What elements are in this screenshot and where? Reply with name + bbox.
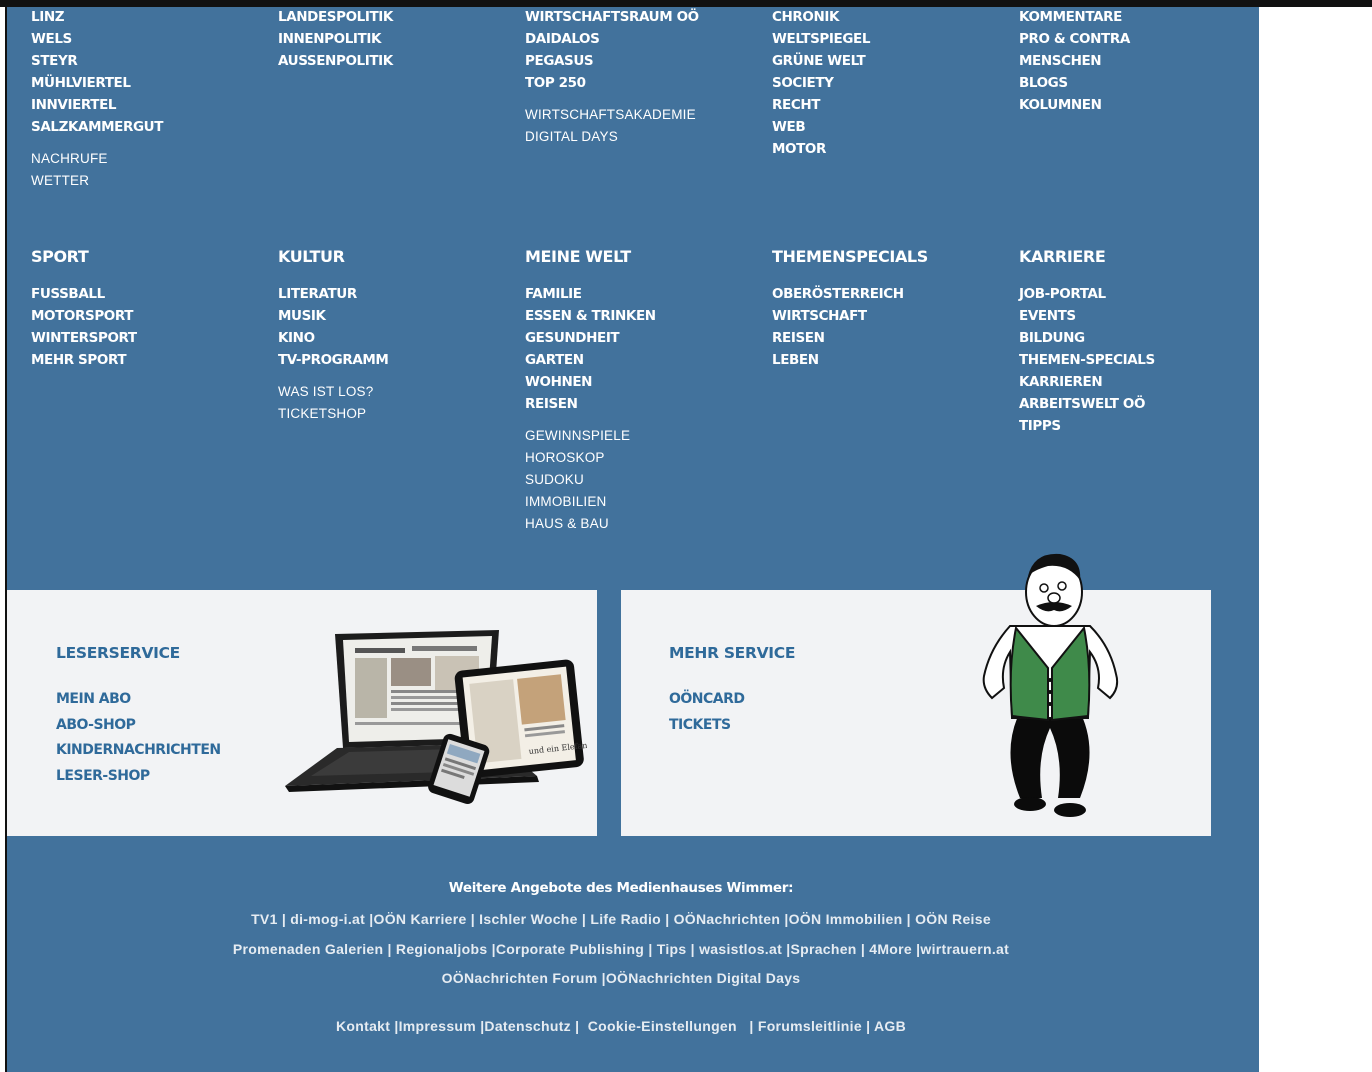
nav-link-innenpolitik[interactable]: INNENPOLITIK xyxy=(278,28,518,50)
secondary-links: WAS IST LOS? TICKETSHOP xyxy=(278,381,518,425)
secondary-links: NACHRUFE WETTER xyxy=(31,148,271,192)
secondary-links: GEWINNSPIELE HOROSKOP SUDOKU IMMOBILIEN HAUS… xyxy=(525,425,765,535)
nav-link-familie[interactable]: FAMILIE xyxy=(525,283,765,305)
secondary-links: WIRTSCHAFTSAKADEMIE DIGITAL DAYS xyxy=(525,104,765,148)
nav-link-gewinnspiele[interactable]: GEWINNSPIELE xyxy=(525,425,765,447)
nav-link-haus-bau[interactable]: HAUS & BAU xyxy=(525,513,765,535)
section-heading[interactable]: MEINE WELT xyxy=(525,247,765,267)
nav-link-essen-trinken[interactable]: ESSEN & TRINKEN xyxy=(525,305,765,327)
section-column-karriere: KARRIERE JOB-PORTAL EVENTS BILDUNG THEMEN-SP… xyxy=(1019,247,1259,437)
section-column-meine-welt: MEINE WELT FAMILIE ESSEN & TRINKEN GESUNDHE… xyxy=(525,247,765,535)
leserservice-box: LESERSERVICE MEIN ABO ABO-SHOP KINDERNACHR… xyxy=(7,590,597,836)
footer-links-row-2[interactable]: Promenaden Galerien | Regionaljobs |Corp… xyxy=(7,941,1235,957)
section-heading[interactable]: THEMENSPECIALS xyxy=(772,247,1012,267)
nav-link-blogs[interactable]: BLOGS xyxy=(1019,72,1259,94)
nav-link-recht[interactable]: RECHT xyxy=(772,94,1012,116)
nav-link-daidalos[interactable]: DAIDALOS xyxy=(525,28,765,50)
nav-link-job-portal[interactable]: JOB-PORTAL xyxy=(1019,283,1259,305)
service-link-tickets[interactable]: TICKETS xyxy=(669,713,745,739)
nav-link-garten[interactable]: GARTEN xyxy=(525,349,765,371)
nav-link-landespolitik[interactable]: LANDESPOLITIK xyxy=(278,6,518,28)
nav-link-wirtschaftsraum-oö[interactable]: WIRTSCHAFTSRAUM OÖ xyxy=(525,6,765,28)
nav-link-tipps[interactable]: TIPPS xyxy=(1019,415,1259,437)
section-column-themenspecials: THEMENSPECIALS OBERÖSTERREICH WIRTSCHAFT RE… xyxy=(772,247,1012,371)
nav-link-kommentare[interactable]: KOMMENTARE xyxy=(1019,6,1259,28)
service-link-leser-shop[interactable]: LESER-SHOP xyxy=(56,764,221,790)
footer-legal-links[interactable]: Kontakt |Impressum |Datenschutz | Cookie… xyxy=(7,1018,1235,1034)
nav-link-pegasus[interactable]: PEGASUS xyxy=(525,50,765,72)
nav-link-motor[interactable]: MOTOR xyxy=(772,138,1012,160)
footer-heading: Weitere Angebote des Medienhauses Wimmer… xyxy=(448,880,794,896)
nav-link-linz[interactable]: LINZ xyxy=(31,6,271,28)
section-heading[interactable]: KARRIERE xyxy=(1019,247,1259,267)
section-heading[interactable]: SPORT xyxy=(31,247,271,267)
nav-link-top-250[interactable]: TOP 250 xyxy=(525,72,765,94)
nav-link-was-ist-los[interactable]: WAS IST LOS? xyxy=(278,381,518,403)
nav-column-politik: LANDESPOLITIK INNENPOLITIK AUSSENPOLITIK xyxy=(278,6,518,72)
nav-link-digital-days[interactable]: DIGITAL DAYS xyxy=(525,126,765,148)
nav-link-gesundheit[interactable]: GESUNDHEIT xyxy=(525,327,765,349)
nav-link-grüne-welt[interactable]: GRÜNE WELT xyxy=(772,50,1012,72)
nav-link-karrieren[interactable]: KARRIEREN xyxy=(1019,371,1259,393)
nav-link-ticketshop[interactable]: TICKETSHOP xyxy=(278,403,518,425)
nav-link-wetter[interactable]: WETTER xyxy=(31,170,271,192)
mehr-service-links: OÖNCARD TICKETS xyxy=(669,687,745,738)
nav-link-kino[interactable]: KINO xyxy=(278,327,518,349)
nav-link-wirtschaft[interactable]: WIRTSCHAFT xyxy=(772,305,1012,327)
nav-link-mühlviertel[interactable]: MÜHLVIERTEL xyxy=(31,72,271,94)
nav-link-kolumnen[interactable]: KOLUMNEN xyxy=(1019,94,1259,116)
nav-column-meinung: KOMMENTARE PRO & CONTRA MENSCHEN BLOGS KOLUM… xyxy=(1019,6,1259,116)
nav-link-oberösterreich[interactable]: OBERÖSTERREICH xyxy=(772,283,1012,305)
leserservice-links: MEIN ABO ABO-SHOP KINDERNACHRICHTEN LESER-S… xyxy=(56,687,221,789)
mehr-service-title: MEHR SERVICE xyxy=(669,644,796,662)
nav-link-wohnen[interactable]: WOHNEN xyxy=(525,371,765,393)
nav-link-weltspiegel[interactable]: WELTSPIEGEL xyxy=(772,28,1012,50)
nav-link-salzkammergut[interactable]: SALZKAMMERGUT xyxy=(31,116,271,138)
nav-link-chronik[interactable]: CHRONIK xyxy=(772,6,1012,28)
footer-links-row-1[interactable]: TV1 | di-mog-i.at |OÖN Karriere | Ischle… xyxy=(7,911,1235,927)
service-link-abo-shop[interactable]: ABO-SHOP xyxy=(56,713,221,739)
nav-link-wirtschaftsakademie[interactable]: WIRTSCHAFTSAKADEMIE xyxy=(525,104,765,126)
nav-link-web[interactable]: WEB xyxy=(772,116,1012,138)
nav-link-events[interactable]: EVENTS xyxy=(1019,305,1259,327)
nav-link-aussenpolitik[interactable]: AUSSENPOLITIK xyxy=(278,50,518,72)
nav-link-reisen[interactable]: REISEN xyxy=(772,327,1012,349)
devices-illustration: und ein Elefant xyxy=(277,626,592,806)
mascot-illustration xyxy=(970,548,1130,828)
section-heading[interactable]: KULTUR xyxy=(278,247,518,267)
section-column-kultur: KULTUR LITERATUR MUSIK KINO TV-PROGRAMM WAS I… xyxy=(278,247,518,425)
nav-link-motorsport[interactable]: MOTORSPORT xyxy=(31,305,271,327)
nav-link-steyr[interactable]: STEYR xyxy=(31,50,271,72)
nav-link-musik[interactable]: MUSIK xyxy=(278,305,518,327)
footer-links-row-3[interactable]: OÖNachrichten Forum |OÖNachrichten Digit… xyxy=(7,970,1235,986)
nav-link-literatur[interactable]: LITERATUR xyxy=(278,283,518,305)
nav-link-wintersport[interactable]: WINTERSPORT xyxy=(31,327,271,349)
nav-link-immobilien[interactable]: IMMOBILIEN xyxy=(525,491,765,513)
service-link-oöncard[interactable]: OÖNCARD xyxy=(669,687,745,713)
nav-link-innviertel[interactable]: INNVIERTEL xyxy=(31,94,271,116)
nav-link-sudoku[interactable]: SUDOKU xyxy=(525,469,765,491)
nav-link-horoskop[interactable]: HOROSKOP xyxy=(525,447,765,469)
nav-link-nachrufe[interactable]: NACHRUFE xyxy=(31,148,271,170)
nav-link-bildung[interactable]: BILDUNG xyxy=(1019,327,1259,349)
nav-column-chronik: CHRONIK WELTSPIEGEL GRÜNE WELT SOCIETY RECHT… xyxy=(772,6,1012,160)
nav-link-wels[interactable]: WELS xyxy=(31,28,271,50)
service-link-kindernachrichten[interactable]: KINDERNACHRICHTEN xyxy=(56,738,221,764)
leserservice-title: LESERSERVICE xyxy=(56,644,180,662)
nav-column-wirtschaft: WIRTSCHAFTSRAUM OÖ DAIDALOS PEGASUS TOP 250… xyxy=(525,6,765,148)
nav-link-tv-programm[interactable]: TV-PROGRAMM xyxy=(278,349,518,371)
nav-link-society[interactable]: SOCIETY xyxy=(772,72,1012,94)
nav-link-mehr-sport[interactable]: MEHR SPORT xyxy=(31,349,271,371)
nav-link-arbeitswelt-oö[interactable]: ARBEITSWELT OÖ xyxy=(1019,393,1259,415)
nav-link-reisen[interactable]: REISEN xyxy=(525,393,765,415)
service-link-mein-abo[interactable]: MEIN ABO xyxy=(56,687,221,713)
section-column-sport: SPORT FUSSBALL MOTORSPORT WINTERSPORT MEHR S… xyxy=(31,247,271,371)
nav-link-fussball[interactable]: FUSSBALL xyxy=(31,283,271,305)
nav-link-leben[interactable]: LEBEN xyxy=(772,349,1012,371)
nav-link-menschen[interactable]: MENSCHEN xyxy=(1019,50,1259,72)
nav-link-pro-contra[interactable]: PRO & CONTRA xyxy=(1019,28,1259,50)
nav-column-regional: LINZ WELS STEYR MÜHLVIERTEL INNVIERTEL SALZKA… xyxy=(31,6,271,192)
nav-link-themen-specials[interactable]: THEMEN-SPECIALS xyxy=(1019,349,1259,371)
